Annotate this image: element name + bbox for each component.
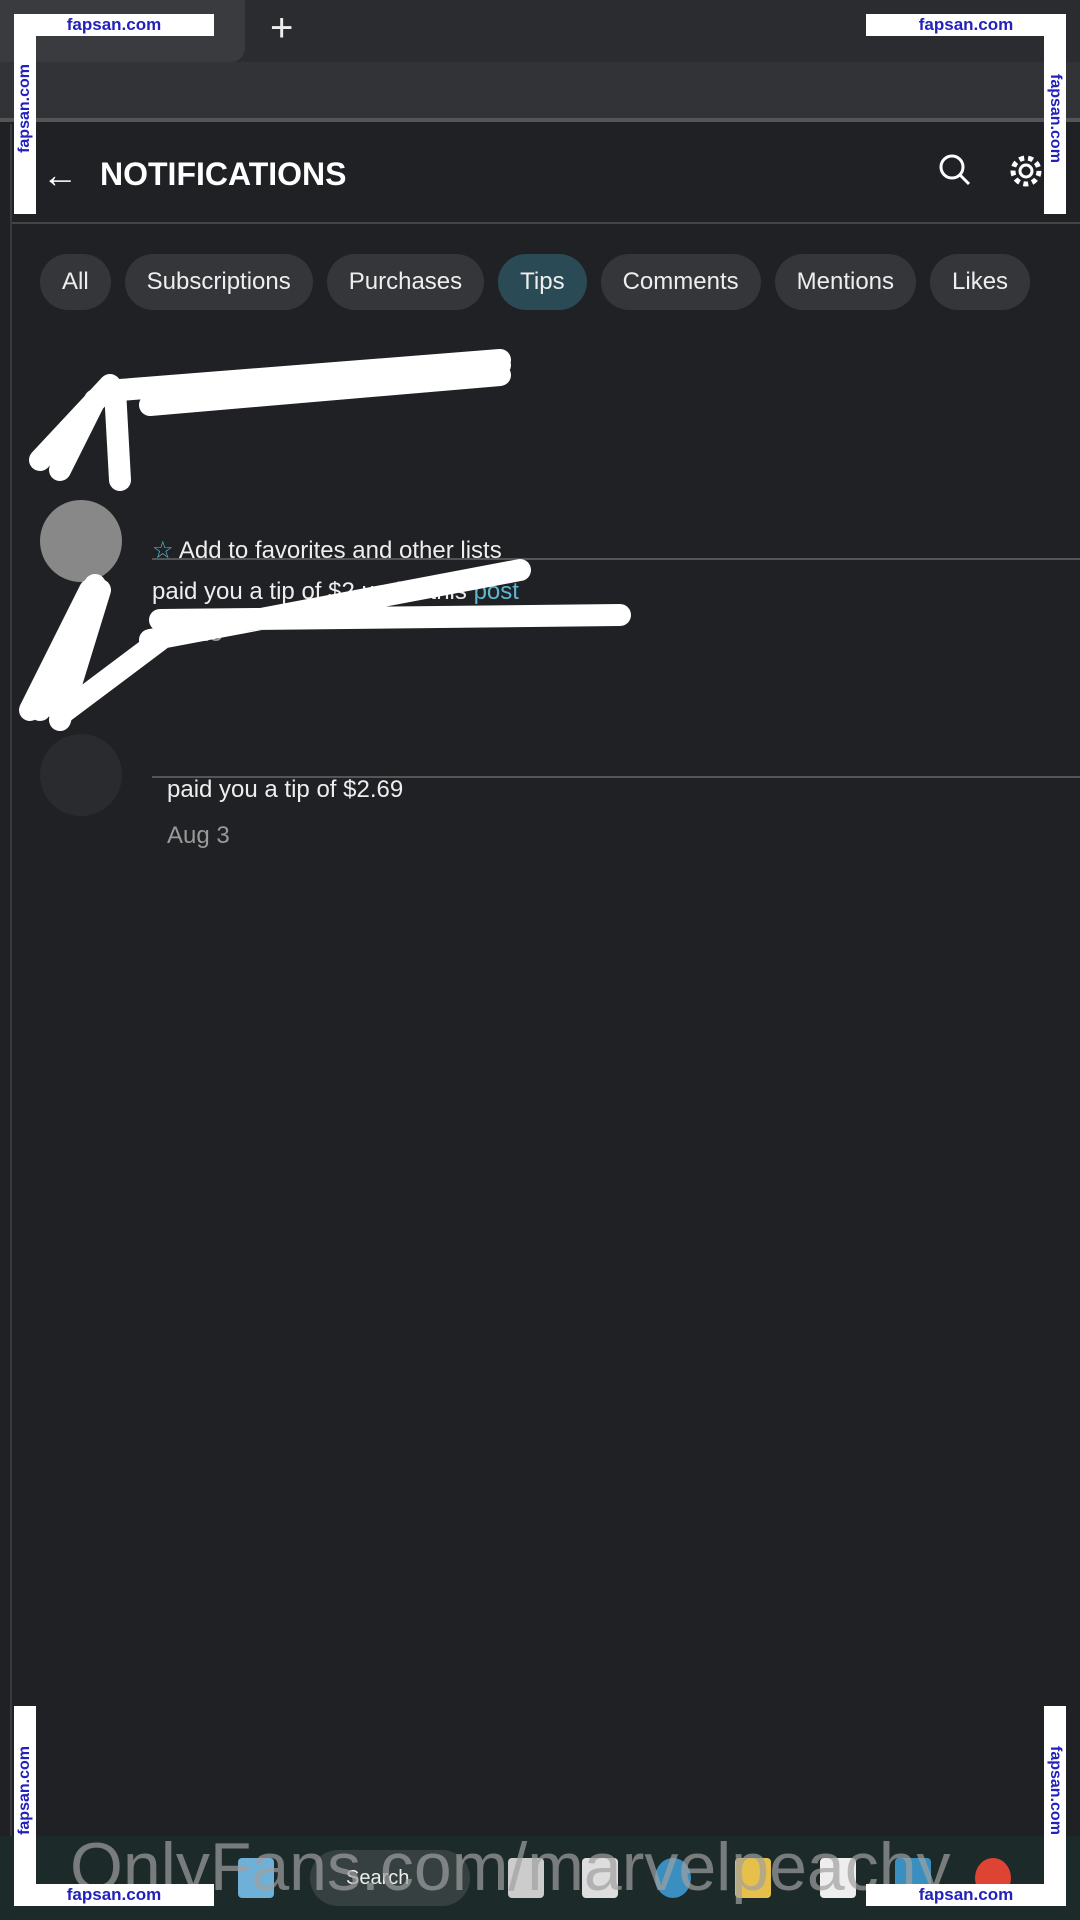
stamp-logo: fapsan.com [866, 14, 1066, 36]
notification-date: Aug 3 [167, 822, 230, 849]
gear-icon[interactable] [1007, 152, 1045, 199]
tab-tips[interactable]: Tips [498, 254, 587, 310]
notification-date: Oct 25 [152, 620, 223, 647]
tab-purchases[interactable]: Purchases [326, 254, 485, 310]
stamp-logo: fapsan.com [14, 14, 214, 36]
stamp-logo: fapsan.com [16, 1746, 33, 1835]
divider [152, 776, 1080, 778]
new-tab-button[interactable]: + [270, 6, 293, 51]
message-text: paid you a tip of $2 under this [152, 578, 474, 605]
stamp-logo: fapsan.com [866, 1884, 1066, 1906]
tab-subscriptions[interactable]: Subscriptions [124, 254, 313, 310]
avatar[interactable] [40, 500, 122, 582]
tab-comments[interactable]: Comments [600, 254, 761, 310]
page-title: NOTIFICATIONS [100, 156, 347, 192]
notification-message: paid you a tip of $2 under this post [152, 578, 519, 606]
search-icon[interactable] [937, 152, 973, 197]
stamp-logo: fapsan.com [14, 1884, 214, 1906]
avatar[interactable] [40, 734, 122, 816]
address-bar[interactable] [0, 62, 1080, 122]
filter-tabs: All Subscriptions Purchases Tips Comment… [40, 254, 1031, 310]
stamp-logo: fapsan.com [1047, 74, 1064, 163]
divider [152, 558, 1080, 560]
stamp-logo: fapsan.com [16, 64, 33, 153]
notification-message: paid you a tip of $2.69 [167, 776, 404, 803]
notifications-page: ← NOTIFICATIONS All Subscriptions Purcha… [10, 124, 1080, 1836]
header: ← NOTIFICATIONS [12, 124, 1080, 224]
stamp-bar: fapsan.com [1044, 14, 1066, 214]
post-link[interactable]: post [474, 578, 519, 605]
stamp-bar: fapsan.com [14, 1706, 36, 1906]
add-to-favorites[interactable]: ☆ Add to favorites and other lists [152, 536, 502, 565]
tab-likes[interactable]: Likes [930, 254, 1031, 310]
stamp-logo: fapsan.com [1047, 1746, 1064, 1835]
arrow-left-icon[interactable]: ← [42, 154, 78, 196]
stamp-bar: fapsan.com [1044, 1706, 1066, 1906]
stamp-bar: fapsan.com [14, 14, 36, 214]
tab-mentions[interactable]: Mentions [774, 254, 917, 310]
tab-all[interactable]: All [40, 254, 111, 310]
